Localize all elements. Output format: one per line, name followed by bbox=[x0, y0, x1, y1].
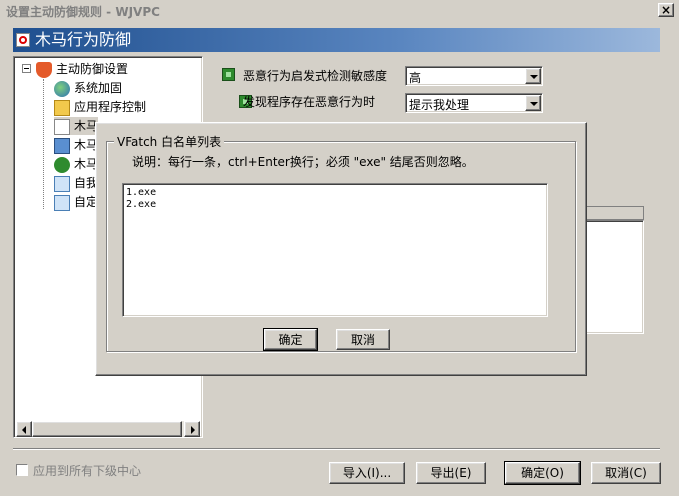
tree-item-self-protect[interactable]: 自我 bbox=[54, 174, 98, 192]
apply-all-label: 应用到所有下级中心 bbox=[33, 464, 142, 478]
scroll-right-button[interactable] bbox=[184, 421, 200, 437]
arrow-left-icon bbox=[22, 426, 26, 434]
whitelist-title: VFatch 白名单列表 bbox=[114, 133, 225, 150]
whitelist-dialog: VFatch 白名单列表 说明：每行一条，ctrl+Enter换行；必须 "ex… bbox=[95, 122, 587, 376]
action-label: 发现程序存在恶意行为时 bbox=[243, 95, 376, 109]
collapse-toggle[interactable] bbox=[22, 64, 31, 73]
download-icon bbox=[54, 194, 70, 211]
green-check-icon bbox=[54, 156, 70, 173]
sensitivity-label: 恶意行为启发式检测敏感度 bbox=[243, 69, 388, 83]
separator bbox=[13, 448, 660, 450]
tree-item-trojan-2[interactable]: 木马 bbox=[54, 136, 98, 154]
action-select[interactable]: 提示我处理 bbox=[405, 93, 543, 113]
tree-hscrollbar[interactable] bbox=[16, 421, 200, 437]
whitelist-textarea[interactable]: 1.exe 2.exe bbox=[122, 183, 548, 317]
arrow-right-icon bbox=[191, 426, 195, 434]
tree-item-custom[interactable]: 自定 bbox=[54, 193, 98, 211]
rules-list[interactable] bbox=[583, 220, 644, 334]
header-title: 木马行为防御 bbox=[35, 30, 132, 49]
globe-icon bbox=[54, 80, 70, 97]
close-icon: × bbox=[660, 3, 672, 17]
whitelist-description: 说明：每行一条，ctrl+Enter换行；必须 "exe" 结尾否则忽略。 bbox=[132, 155, 474, 169]
download-icon bbox=[54, 175, 70, 192]
tree-item-label: 应用程序控制 bbox=[74, 100, 147, 114]
import-button[interactable]: 导入(I)... bbox=[329, 462, 405, 484]
monitor-icon bbox=[54, 137, 70, 154]
whitelist-line: 1.exe bbox=[126, 187, 157, 198]
scroll-thumb[interactable] bbox=[32, 421, 182, 437]
title-bar: 设置主动防御规则 - WJVPC × bbox=[0, 0, 679, 22]
list-header bbox=[583, 206, 644, 220]
tree-item-label: 系统加固 bbox=[74, 81, 123, 95]
scroll-left-button[interactable] bbox=[16, 421, 32, 437]
window-title: 设置主动防御规则 - WJVPC bbox=[6, 5, 160, 19]
close-button[interactable]: × bbox=[658, 3, 674, 17]
dropdown-button[interactable] bbox=[525, 95, 541, 111]
section-header: 木马行为防御 bbox=[13, 28, 660, 52]
lock-icon bbox=[222, 68, 235, 81]
tree-item-label: 主动防御设置 bbox=[56, 62, 129, 76]
sensitivity-select[interactable]: 高 bbox=[405, 66, 543, 86]
cancel-button[interactable]: 取消(C) bbox=[591, 462, 661, 484]
whitelist-line: 2.exe bbox=[126, 199, 157, 210]
tree-item-system-hardening[interactable]: 系统加固 bbox=[54, 79, 122, 97]
sensitivity-value: 高 bbox=[409, 71, 422, 85]
tree-item-trojan-3[interactable]: 木马 bbox=[54, 155, 98, 173]
tree-item-trojan-defense[interactable]: 木马 bbox=[54, 117, 99, 135]
dropdown-button[interactable] bbox=[525, 68, 541, 84]
tree-item-app-control[interactable]: 应用程序控制 bbox=[54, 98, 146, 116]
folder-icon bbox=[54, 99, 70, 116]
dialog-cancel-button[interactable]: 取消 bbox=[336, 329, 390, 350]
shield-block-icon bbox=[16, 33, 30, 47]
apply-all-checkbox[interactable] bbox=[16, 464, 28, 476]
ok-button[interactable]: 确定(O) bbox=[504, 461, 581, 485]
shield-icon bbox=[36, 61, 52, 78]
action-value: 提示我处理 bbox=[409, 98, 470, 112]
dialog-ok-button[interactable]: 确定 bbox=[263, 328, 318, 351]
chevron-down-icon bbox=[530, 75, 538, 79]
block-icon bbox=[54, 118, 70, 135]
export-button[interactable]: 导出(E) bbox=[416, 462, 486, 484]
tree-item-root[interactable]: 主动防御设置 bbox=[36, 60, 128, 78]
tree-line bbox=[43, 79, 44, 209]
chevron-down-icon bbox=[530, 102, 538, 106]
